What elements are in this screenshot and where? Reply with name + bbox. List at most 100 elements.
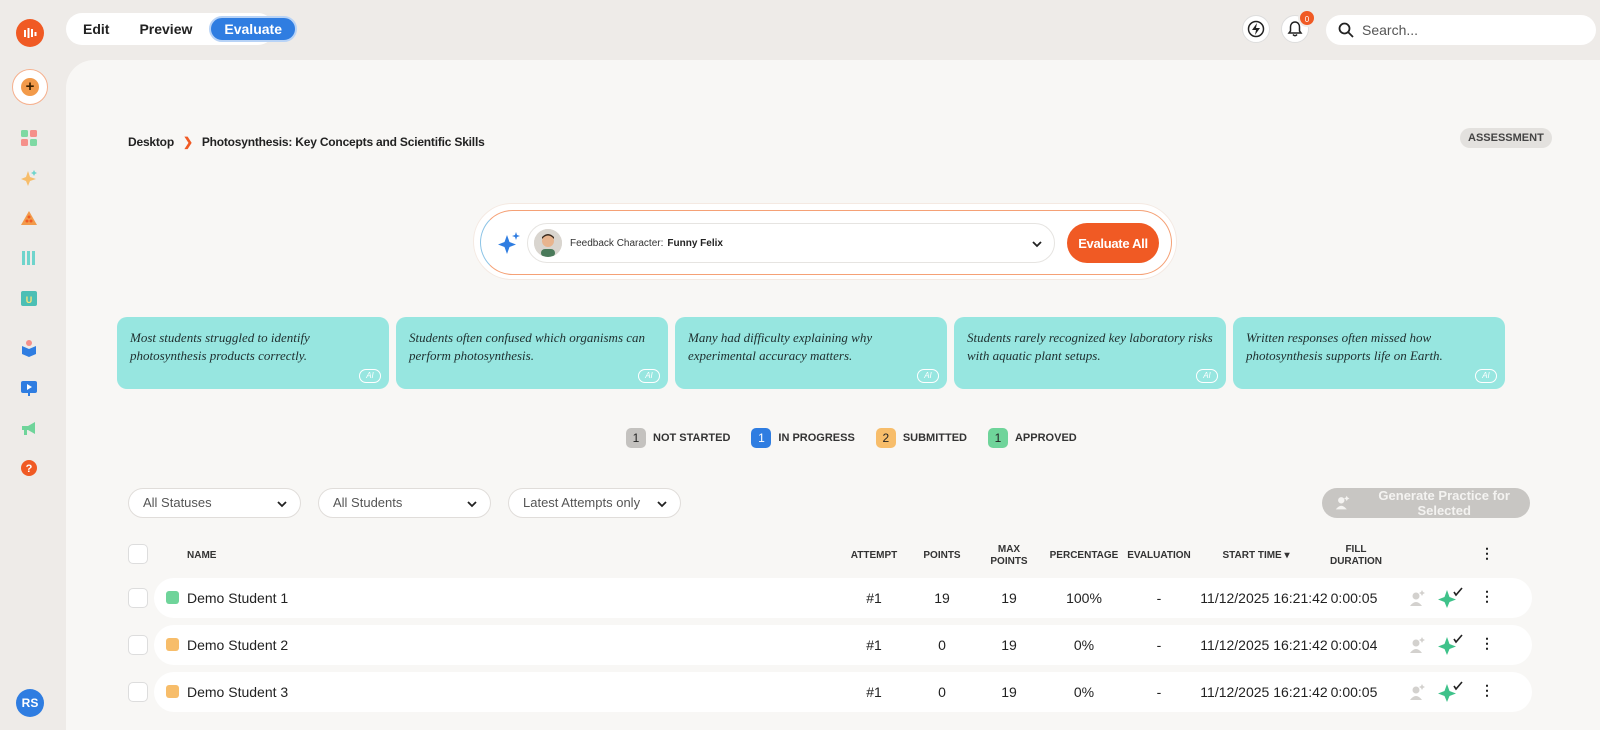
student-name[interactable]: Demo Student 2 (187, 637, 288, 653)
search-input[interactable] (1362, 22, 1582, 38)
more-vertical-icon[interactable]: ⋮ (1480, 545, 1494, 562)
status-count: 1 (626, 428, 646, 448)
row-menu-icon[interactable]: ⋮ (1480, 682, 1494, 699)
legend-in-progress[interactable]: 1 IN PROGRESS (751, 428, 855, 448)
points-cell: 0 (938, 637, 946, 653)
assign-practice-icon[interactable] (1408, 636, 1426, 654)
chevron-down-icon (277, 501, 287, 508)
add-icon: + (21, 78, 39, 96)
library-icon[interactable] (16, 245, 42, 271)
lightning-button[interactable] (1242, 15, 1270, 43)
header-attempt[interactable]: ATTEMPT (846, 550, 902, 562)
insight-card: Students rarely recognized key laborator… (954, 317, 1226, 389)
breadcrumb-current: Photosynthesis: Key Concepts and Scienti… (201, 135, 485, 149)
row-menu-icon[interactable]: ⋮ (1480, 635, 1494, 652)
add-button[interactable]: + (12, 69, 48, 105)
legend-not-started[interactable]: 1 NOT STARTED (626, 428, 730, 448)
breadcrumb-root[interactable]: Desktop (128, 135, 174, 149)
logo-icon[interactable] (16, 19, 44, 47)
row-menu-icon[interactable]: ⋮ (1480, 588, 1494, 605)
header-name[interactable]: NAME (187, 550, 216, 562)
header-max-points[interactable]: MAX POINTS (984, 544, 1034, 568)
ai-badge: AI (1196, 369, 1218, 383)
notification-badge: 0 (1298, 9, 1316, 27)
header-percentage[interactable]: PERCENTAGE (1048, 550, 1120, 562)
table-row[interactable]: Demo Student 3 #1 0 19 0% - 11/12/2025 1… (154, 672, 1532, 712)
ai-sparkle-icon (498, 232, 520, 254)
shapes-icon[interactable] (16, 205, 42, 231)
search-box[interactable] (1326, 15, 1596, 45)
insight-card: Many had difficulty explaining why exper… (675, 317, 947, 389)
feedback-inner: Feedback Character: Funny Felix Evaluate… (480, 210, 1172, 275)
status-label: IN PROGRESS (778, 432, 855, 444)
ai-badge: AI (917, 369, 939, 383)
row-checkbox[interactable] (128, 588, 148, 608)
status-count: 1 (987, 428, 1008, 448)
header-start-time[interactable]: START TIME ▾ (1206, 550, 1306, 562)
evaluate-all-button[interactable]: Evaluate All (1067, 223, 1159, 263)
evaluation-cell: - (1156, 637, 1162, 653)
ai-evaluate-icon[interactable] (1438, 680, 1464, 702)
status-filter-value: All Statuses (143, 495, 212, 510)
table-row[interactable]: Demo Student 2 #1 0 19 0% - 11/12/2025 1… (154, 625, 1532, 665)
generate-practice-button[interactable]: Generate Practice for Selected (1322, 488, 1530, 518)
help-icon[interactable]: ? (16, 455, 42, 481)
status-indicator (166, 591, 179, 604)
header-fill-duration-line2: DURATION (1329, 556, 1383, 567)
row-checkbox[interactable] (128, 682, 148, 702)
feedback-character-value: Funny Felix (667, 237, 723, 249)
assign-practice-icon[interactable] (1408, 589, 1426, 607)
table-row[interactable]: Demo Student 1 #1 19 19 100% - 11/12/202… (154, 578, 1532, 618)
percentage-cell: 0% (1073, 684, 1095, 700)
insight-text: Most students struggled to identify phot… (130, 330, 310, 363)
insight-card: Written responses often missed how photo… (1233, 317, 1505, 389)
evaluation-cell: - (1156, 590, 1162, 606)
notifications-button[interactable]: 0 (1281, 9, 1316, 43)
row-checkbox[interactable] (128, 635, 148, 655)
presentation-icon[interactable] (16, 375, 42, 401)
header-points[interactable]: POINTS (917, 550, 967, 562)
percentage-cell: 100% (1066, 590, 1102, 606)
chevron-down-icon (1032, 241, 1042, 248)
sparkle-icon[interactable] (16, 165, 42, 191)
ai-evaluate-icon[interactable] (1438, 586, 1464, 608)
student-name[interactable]: Demo Student 1 (187, 590, 288, 606)
status-filter[interactable]: All Statuses (128, 488, 301, 518)
cube-icon[interactable] (16, 335, 42, 361)
legend-approved[interactable]: 1 APPROVED (987, 428, 1077, 448)
assign-practice-icon[interactable] (1408, 683, 1426, 701)
students-filter[interactable]: All Students (318, 488, 491, 518)
start-time-cell: 11/12/2025 16:21:42 (1200, 637, 1328, 653)
attempts-filter[interactable]: Latest Attempts only (508, 488, 681, 518)
header-evaluation[interactable]: EVALUATION (1124, 550, 1194, 562)
insight-card: Most students struggled to identify phot… (117, 317, 389, 389)
students-filter-value: All Students (333, 495, 403, 510)
attempt-cell: #1 (866, 637, 882, 653)
insight-card: Students often confused which organisms … (396, 317, 668, 389)
main-panel: Desktop ❯ Photosynthesis: Key Concepts a… (66, 60, 1600, 730)
feedback-character-label: Feedback Character: (570, 237, 664, 249)
mode-switcher: Edit Preview Evaluate (66, 13, 297, 45)
ai-evaluate-icon[interactable] (1438, 633, 1464, 655)
duration-cell: 0:00:04 (1330, 637, 1378, 653)
dashboard-icon[interactable] (16, 125, 42, 151)
user-avatar[interactable]: RS (16, 689, 44, 717)
select-all-checkbox[interactable] (128, 544, 148, 564)
insight-text: Written responses often missed how photo… (1246, 330, 1443, 363)
feedback-panel: Feedback Character: Funny Felix Evaluate… (473, 203, 1177, 280)
student-name[interactable]: Demo Student 3 (187, 684, 288, 700)
legend-submitted[interactable]: 2 SUBMITTED (875, 428, 967, 448)
status-count: 2 (875, 428, 896, 448)
status-count: 1 (751, 428, 772, 448)
status-legend: 1 NOT STARTED 1 IN PROGRESS 2 SUBMITTED 1 AP… (626, 428, 1098, 448)
tab-edit[interactable]: Edit (70, 16, 122, 42)
lightning-icon (1247, 20, 1265, 38)
tab-evaluate[interactable]: Evaluate (209, 16, 297, 42)
feedback-character-select[interactable]: Feedback Character: Funny Felix (527, 223, 1055, 263)
megaphone-icon[interactable] (16, 415, 42, 441)
tab-preview[interactable]: Preview (126, 16, 205, 42)
unit-icon[interactable]: U (16, 285, 42, 311)
header-fill-duration[interactable]: FILL DURATION (1324, 544, 1388, 568)
svg-text:?: ? (26, 463, 33, 475)
ai-badge: AI (359, 369, 381, 383)
